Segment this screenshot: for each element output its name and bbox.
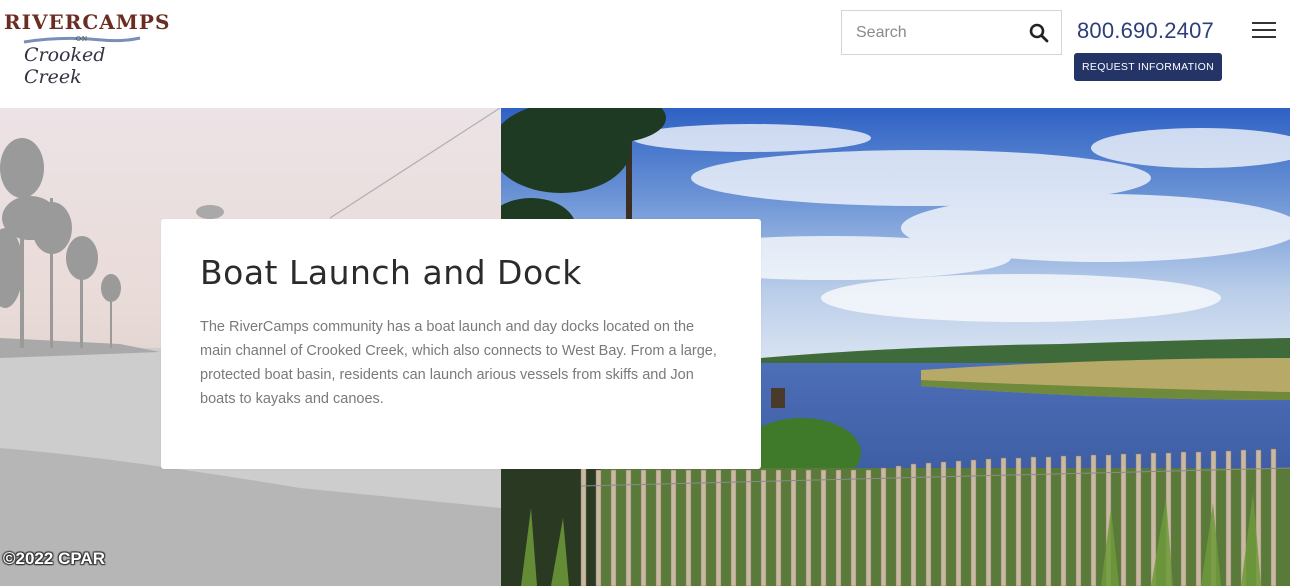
- card-title: Boat Launch and Dock: [200, 253, 582, 292]
- hamburger-menu-icon[interactable]: [1252, 20, 1276, 40]
- logo-subtitle: Crooked Creek: [24, 44, 106, 88]
- card-description: The RiverCamps community has a boat laun…: [200, 319, 717, 407]
- search-input[interactable]: [842, 11, 1022, 54]
- phone-number-link[interactable]: 800.690.2407: [1077, 18, 1214, 44]
- boat-launch-card: Boat Launch and Dock The RiverCamps comm…: [161, 219, 761, 469]
- request-information-button[interactable]: REQUEST INFORMATION: [1074, 53, 1222, 81]
- site-header: RIVERCAMPS ON Crooked Creek 800.690.2407…: [0, 0, 1290, 108]
- search-icon[interactable]: [1029, 23, 1049, 43]
- copyright-watermark: ©2022 CPAR: [3, 549, 105, 568]
- rivercamps-logo[interactable]: RIVERCAMPS ON Crooked Creek: [4, 10, 169, 88]
- search-box: [841, 10, 1062, 55]
- logo-on-text: ON: [76, 36, 89, 43]
- logo-wordmark: RIVERCAMPS: [4, 10, 171, 34]
